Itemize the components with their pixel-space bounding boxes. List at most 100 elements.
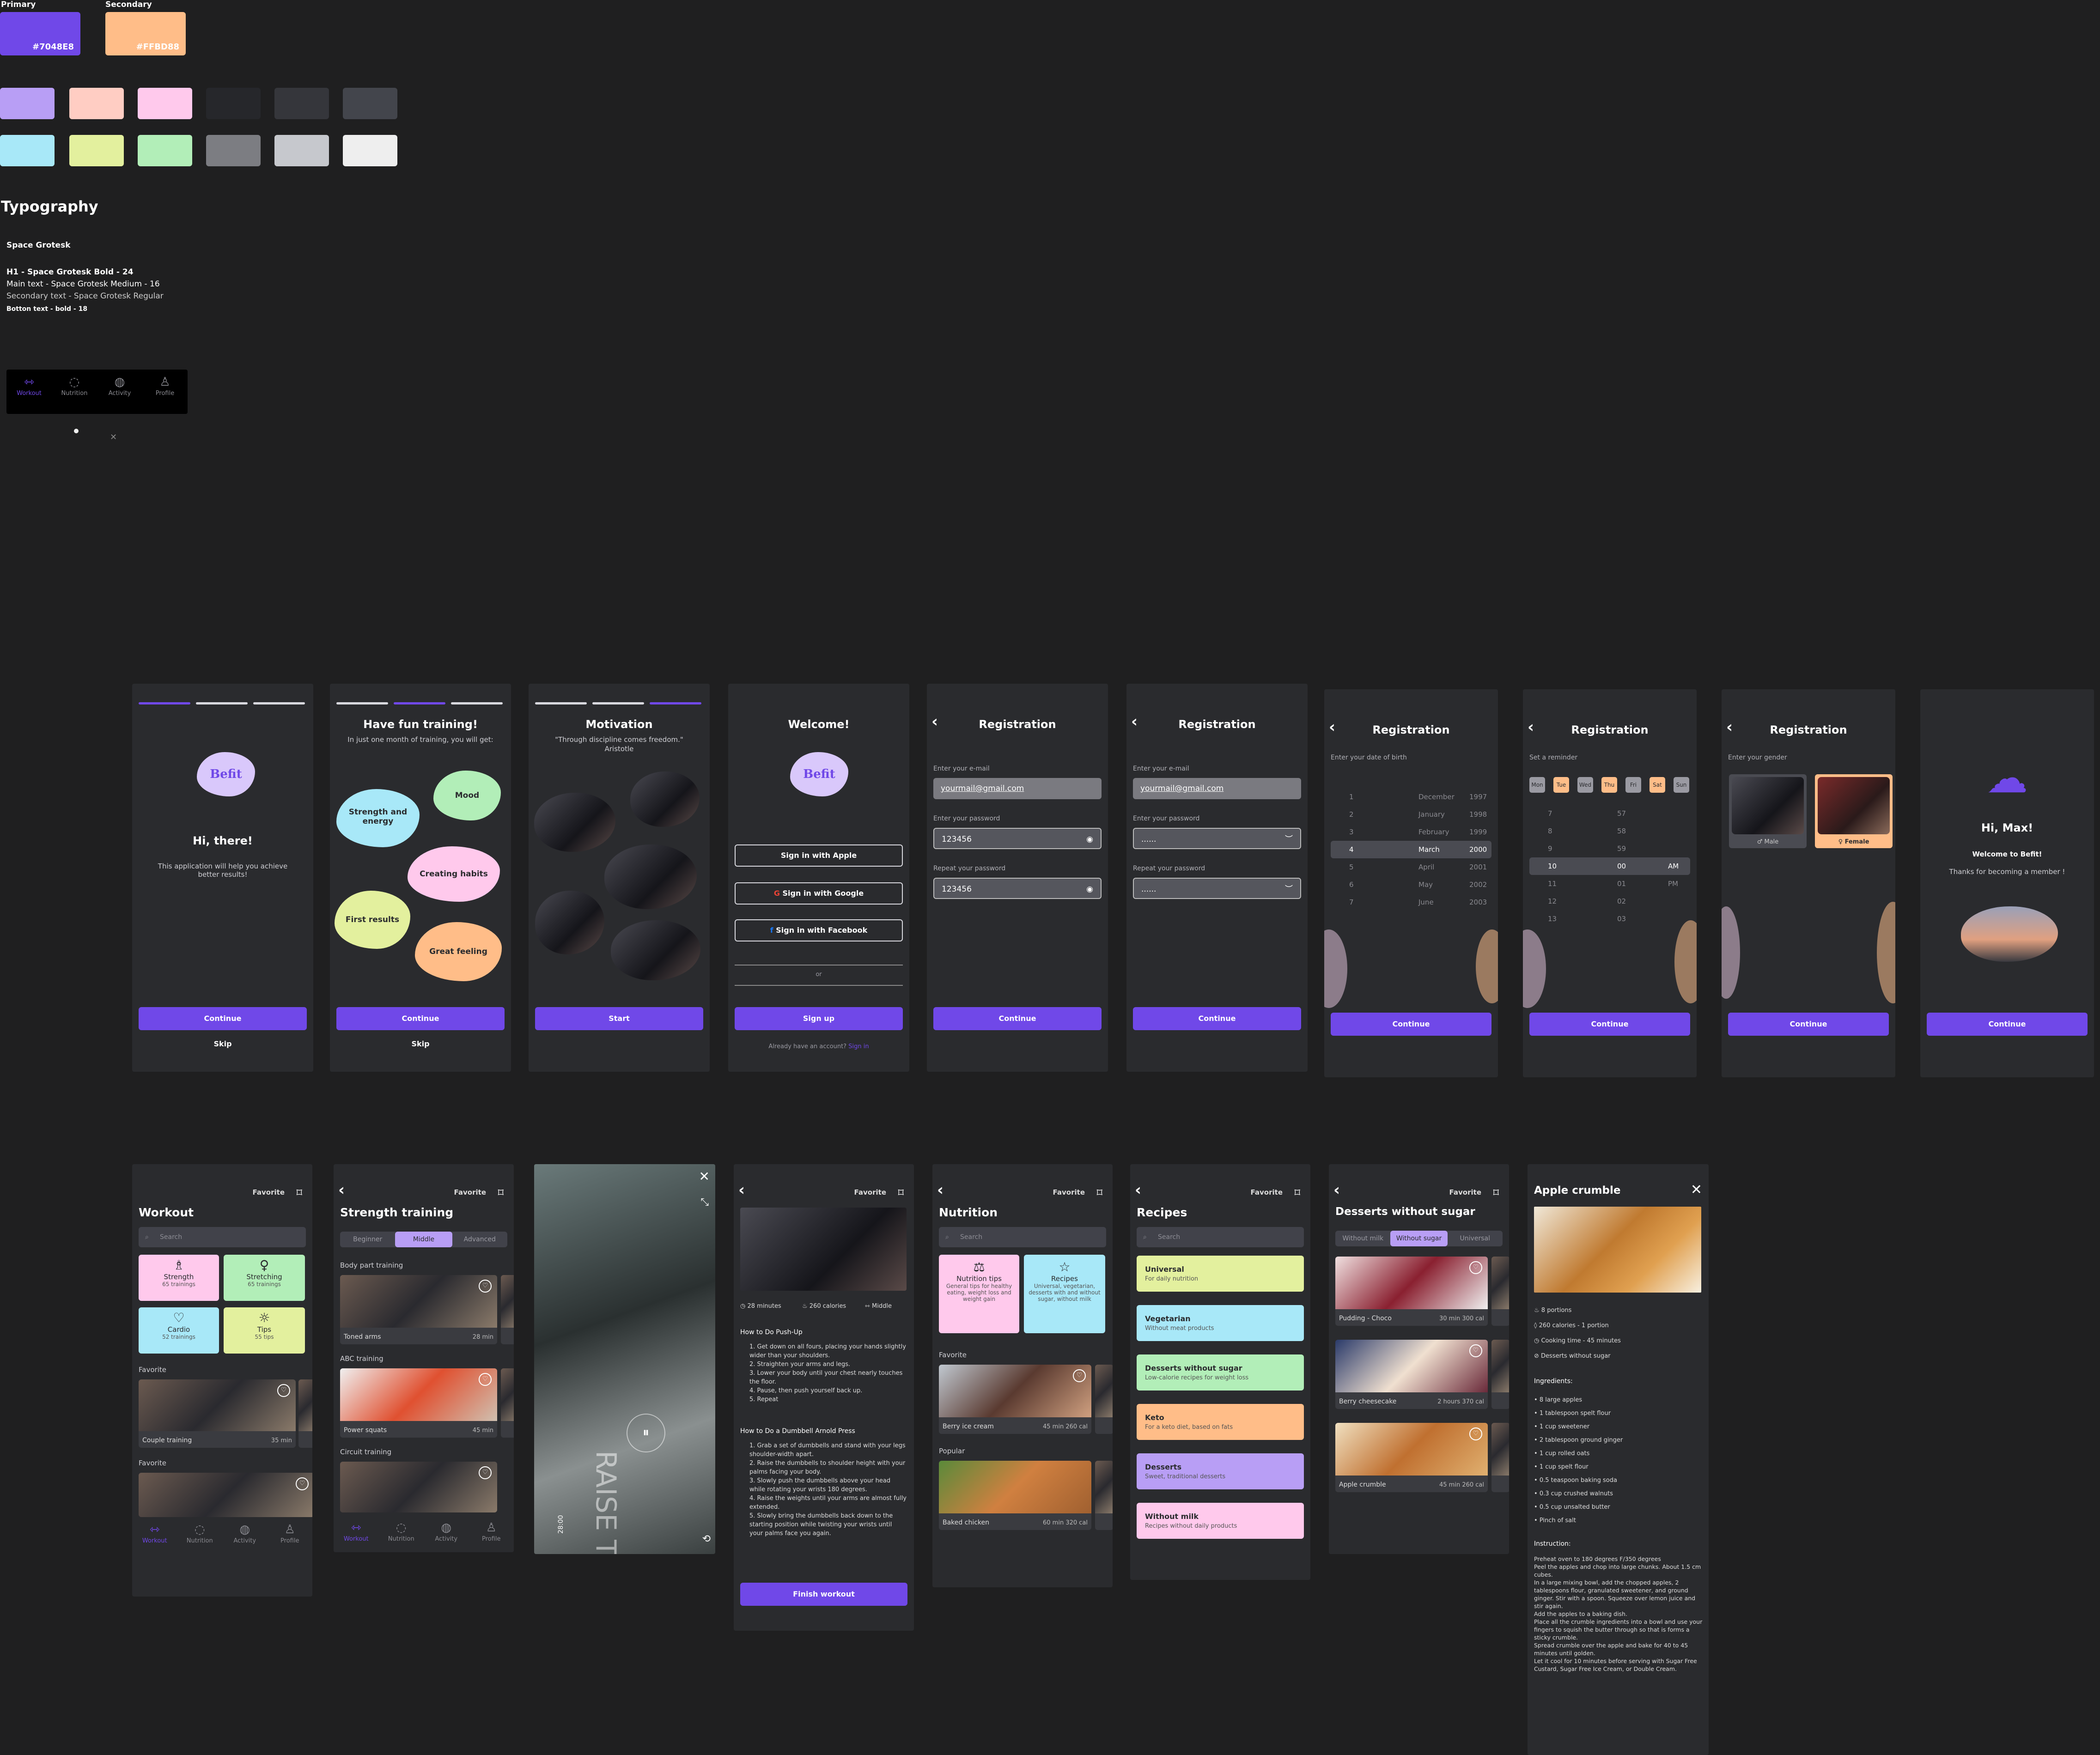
email-field[interactable]: yourmail@gmail.com — [1133, 778, 1301, 799]
bookmark-icon[interactable]: ⌑ — [498, 1186, 504, 1199]
workout-card[interactable] — [298, 1379, 312, 1448]
dessert-card[interactable] — [1491, 1340, 1509, 1409]
recipe-category[interactable]: Vegetarian Without meat products — [1137, 1305, 1304, 1341]
workout-card[interactable]: ♡ — [139, 1473, 312, 1517]
weekday-chip[interactable]: Thu — [1601, 777, 1617, 793]
weekday-chip[interactable]: Sat — [1650, 777, 1665, 793]
tab-advanced[interactable]: Advanced — [452, 1232, 507, 1247]
continue-button[interactable]: Continue — [1133, 1007, 1301, 1030]
weekday-chip[interactable]: Wed — [1577, 777, 1593, 793]
sign-in-apple-button[interactable]: Sign in with Apple — [735, 844, 903, 867]
training-card[interactable] — [501, 1368, 514, 1438]
weekday-chip[interactable]: Tue — [1553, 777, 1569, 793]
skip-link[interactable]: Skip — [132, 1039, 313, 1048]
continue-button[interactable]: Continue — [933, 1007, 1102, 1030]
close-icon[interactable]: ✕ — [699, 1169, 710, 1184]
picker-row[interactable]: 12 02 — [1529, 893, 1690, 910]
time-picker[interactable]: 7 57 8 58 9 59 10 00 AM 11 01 PM 12 02 13 03 — [1529, 805, 1690, 928]
dessert-card[interactable]: ♡ Berry cheesecake 2 hours 370 cal — [1335, 1340, 1488, 1409]
finish-workout-button[interactable]: Finish workout — [740, 1583, 907, 1606]
tile-cardio[interactable]: ♡ Cardio 52 trainings — [139, 1307, 219, 1354]
heart-icon[interactable]: ♡ — [277, 1384, 290, 1397]
eye-icon[interactable]: ◉ — [1086, 879, 1093, 900]
tile-stretching[interactable]: ♀ Stretching 65 trainings — [224, 1255, 305, 1301]
picker-row[interactable]: 6 May 2002 — [1331, 876, 1491, 893]
nav-nutrition[interactable]: ◌ Nutrition — [379, 1520, 424, 1542]
weekday-chip[interactable]: Fri — [1625, 777, 1641, 793]
continue-button[interactable]: Continue — [1331, 1013, 1491, 1036]
training-card[interactable]: ♡ Toned arms 28 min — [340, 1275, 497, 1344]
favorite-label[interactable]: Favorite — [1251, 1188, 1283, 1196]
picker-row[interactable]: 11 01 PM — [1529, 875, 1690, 893]
continue-button[interactable]: Continue — [1927, 1013, 2088, 1036]
password-field[interactable]: 123456 ◉ — [933, 828, 1102, 849]
continue-button[interactable]: Continue — [139, 1007, 307, 1030]
favorite-label[interactable]: Favorite — [854, 1188, 886, 1196]
sign-in-google-button[interactable]: G Sign in with Google — [735, 882, 903, 905]
heart-icon[interactable]: ♡ — [296, 1477, 309, 1490]
skip-link[interactable]: Skip — [330, 1039, 511, 1048]
weekday-chip[interactable]: Sun — [1674, 777, 1689, 793]
food-card[interactable] — [1095, 1461, 1113, 1530]
password-field[interactable]: ...... ︶ — [1133, 828, 1301, 849]
dessert-card[interactable] — [1491, 1257, 1509, 1326]
dessert-card[interactable] — [1491, 1423, 1509, 1492]
bookmark-icon[interactable]: ⌑ — [1097, 1186, 1102, 1199]
recipe-category[interactable]: Desserts Sweet, traditional desserts — [1137, 1453, 1304, 1489]
diet-tabs[interactable]: Without milk Without sugar Universal — [1335, 1231, 1503, 1246]
rotate-icon[interactable]: ⟲ — [702, 1533, 711, 1545]
food-card[interactable]: ♡ Berry ice cream 45 min 260 cal — [939, 1365, 1091, 1434]
close-icon[interactable]: ✕ — [1691, 1182, 1702, 1198]
nav-nutrition[interactable]: ◌ Nutrition — [177, 1522, 223, 1544]
tab-beginner[interactable]: Beginner — [340, 1232, 395, 1247]
heart-icon[interactable]: ♡ — [1073, 1369, 1086, 1382]
favorite-label[interactable]: Favorite — [1053, 1188, 1085, 1196]
tab-universal[interactable]: Universal — [1448, 1231, 1503, 1246]
tile-tips[interactable]: ☼ Tips 55 tips — [224, 1307, 305, 1354]
workout-card[interactable]: ♡ Couple training 35 min — [139, 1379, 296, 1448]
search-input[interactable]: ⌕ Search — [1137, 1227, 1304, 1247]
back-icon[interactable]: ‹ — [1135, 1181, 1141, 1199]
food-card[interactable]: Baked chicken 60 min 320 cal — [939, 1461, 1091, 1530]
continue-button[interactable]: Continue — [1728, 1013, 1889, 1036]
dessert-card[interactable]: ♡ Pudding - Choco 30 min 300 cal — [1335, 1257, 1488, 1326]
recipe-category[interactable]: Keto For a keto diet, based on fats — [1137, 1404, 1304, 1440]
favorite-label[interactable]: Favorite — [253, 1188, 285, 1196]
search-input[interactable]: ⌕ Search — [939, 1227, 1106, 1247]
nav-workout[interactable]: ⇿ Workout — [334, 1520, 379, 1542]
minimize-icon[interactable]: ⤡ — [700, 1196, 709, 1208]
dessert-card[interactable]: ♡ Apple crumble 45 min 260 cal — [1335, 1423, 1488, 1492]
tile-strength[interactable]: ♗ Strength 65 trainings — [139, 1255, 219, 1301]
heart-icon[interactable]: ♡ — [479, 1373, 492, 1386]
picker-row[interactable]: 7 57 — [1529, 805, 1690, 822]
sign-in-facebook-button[interactable]: f Sign in with Facebook — [735, 919, 903, 941]
sign-in-link[interactable]: Sign in — [848, 1043, 869, 1050]
eye-closed-icon[interactable]: ︶ — [1285, 829, 1293, 850]
picker-row[interactable]: 10 00 AM — [1529, 857, 1690, 875]
tile-nutrition-tips[interactable]: ⚖ Nutrition tips General tips for healthy … — [939, 1255, 1019, 1333]
food-card[interactable] — [1095, 1365, 1113, 1434]
nav-activity[interactable]: ◍ Activity — [222, 1522, 268, 1544]
picker-row[interactable]: 9 59 — [1529, 840, 1690, 857]
weekday-selector[interactable]: Mon Tue Wed Thu Fri Sat Sun — [1529, 777, 1691, 793]
eye-icon[interactable]: ◉ — [1086, 829, 1093, 850]
training-card[interactable] — [501, 1275, 514, 1344]
gender-male-option[interactable]: ♂ Male — [1729, 774, 1807, 848]
tile-recipes[interactable]: ☆ Recipes Universal, vegetarian, desserts … — [1024, 1255, 1105, 1333]
bookmark-icon[interactable]: ⌑ — [1295, 1186, 1300, 1199]
bookmark-icon[interactable]: ⌑ — [898, 1186, 904, 1199]
heart-icon[interactable]: ♡ — [479, 1280, 492, 1293]
continue-button[interactable]: Continue — [336, 1007, 505, 1030]
weekday-chip[interactable]: Mon — [1529, 777, 1545, 793]
exercise-video[interactable] — [740, 1208, 907, 1291]
recipe-category[interactable]: Desserts without sugar Low-calorie recipe… — [1137, 1354, 1304, 1391]
picker-row[interactable]: 4 March 2000 — [1331, 841, 1491, 858]
back-icon[interactable]: ‹ — [937, 1181, 943, 1199]
picker-row[interactable]: 13 03 — [1529, 910, 1690, 928]
heart-icon[interactable]: ♡ — [1469, 1261, 1482, 1274]
recipe-category[interactable]: Without milk Recipes without daily produc… — [1137, 1503, 1304, 1539]
start-button[interactable]: Start — [535, 1007, 703, 1030]
heart-icon[interactable]: ♡ — [1469, 1427, 1482, 1440]
nav-workout[interactable]: ⇿ Workout — [6, 374, 52, 397]
picker-row[interactable]: 3 February 1999 — [1331, 823, 1491, 841]
